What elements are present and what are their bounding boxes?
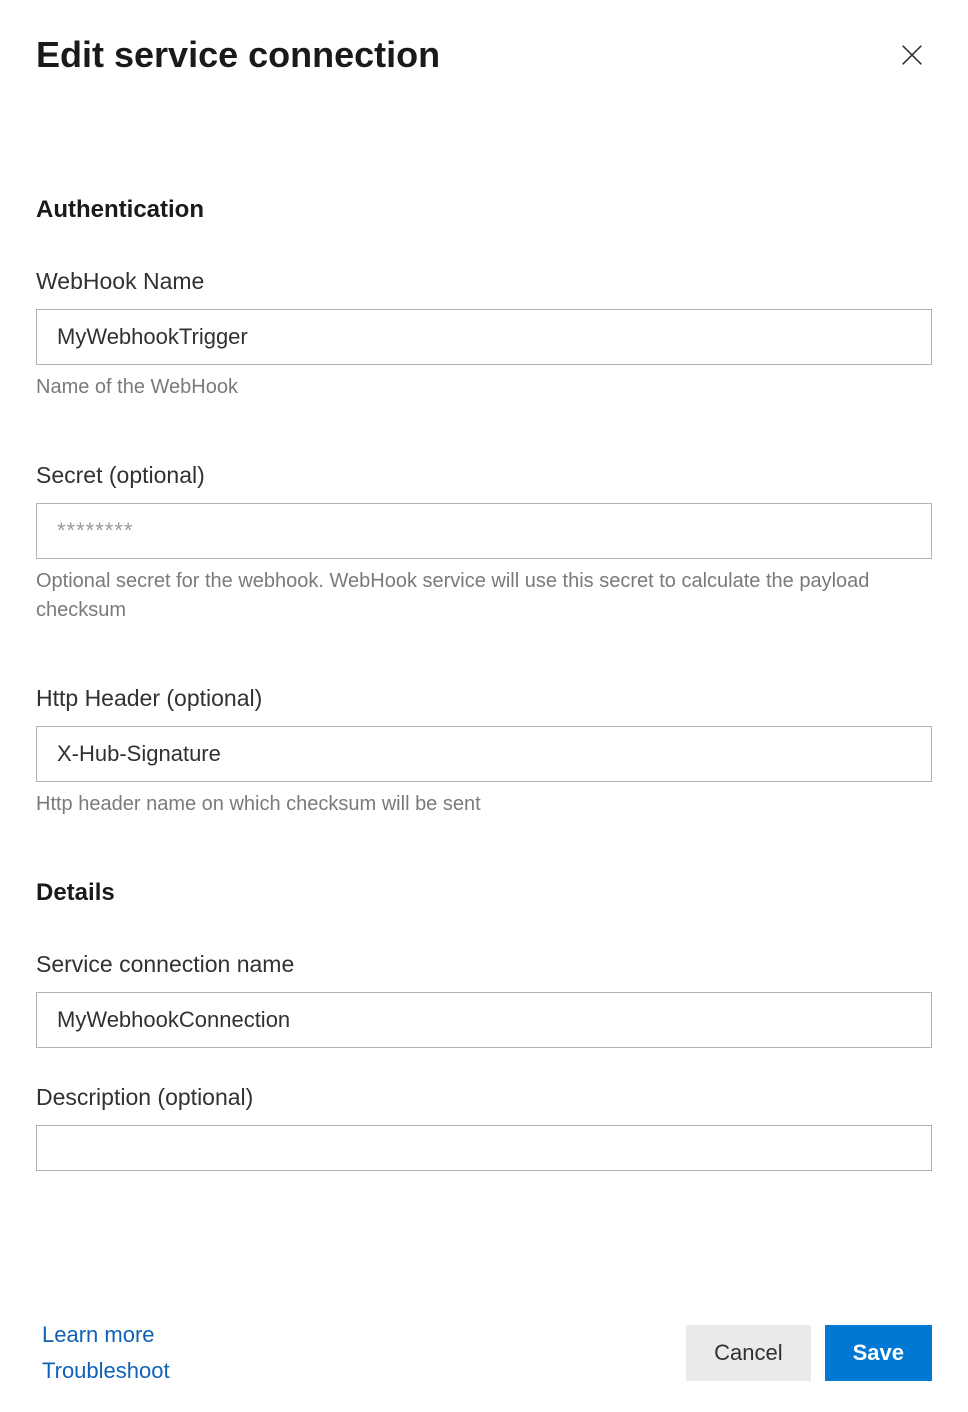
webhook-name-field: WebHook Name Name of the WebHook [36, 268, 932, 402]
http-header-field: Http Header (optional) Http header name … [36, 685, 932, 819]
connection-name-label: Service connection name [36, 951, 932, 978]
learn-more-link[interactable]: Learn more [42, 1322, 170, 1348]
details-heading: Details [36, 879, 932, 907]
close-icon [898, 41, 926, 69]
troubleshoot-link[interactable]: Troubleshoot [42, 1358, 170, 1384]
description-field: Description (optional) [36, 1084, 932, 1171]
details-section: Details Service connection name Descript… [36, 879, 932, 1171]
http-header-input[interactable] [36, 726, 932, 782]
panel-title: Edit service connection [36, 34, 440, 76]
webhook-name-help: Name of the WebHook [36, 373, 932, 402]
connection-name-input[interactable] [36, 992, 932, 1048]
webhook-name-label: WebHook Name [36, 268, 932, 295]
secret-label: Secret (optional) [36, 462, 932, 489]
footer-buttons: Cancel Save [686, 1325, 932, 1381]
auth-section-heading: Authentication [36, 196, 932, 224]
panel-header: Edit service connection [36, 34, 932, 76]
secret-input[interactable] [36, 503, 932, 559]
secret-help: Optional secret for the webhook. WebHook… [36, 567, 932, 625]
webhook-name-input[interactable] [36, 309, 932, 365]
description-label: Description (optional) [36, 1084, 932, 1111]
secret-field: Secret (optional) Optional secret for th… [36, 462, 932, 625]
save-button[interactable]: Save [825, 1325, 932, 1381]
panel-footer: Learn more Troubleshoot Cancel Save [0, 1298, 968, 1412]
close-button[interactable] [892, 35, 932, 75]
http-header-help: Http header name on which checksum will … [36, 790, 932, 819]
description-input[interactable] [36, 1125, 932, 1171]
http-header-label: Http Header (optional) [36, 685, 932, 712]
connection-name-field: Service connection name [36, 951, 932, 1048]
cancel-button[interactable]: Cancel [686, 1325, 810, 1381]
footer-links: Learn more Troubleshoot [42, 1322, 170, 1384]
